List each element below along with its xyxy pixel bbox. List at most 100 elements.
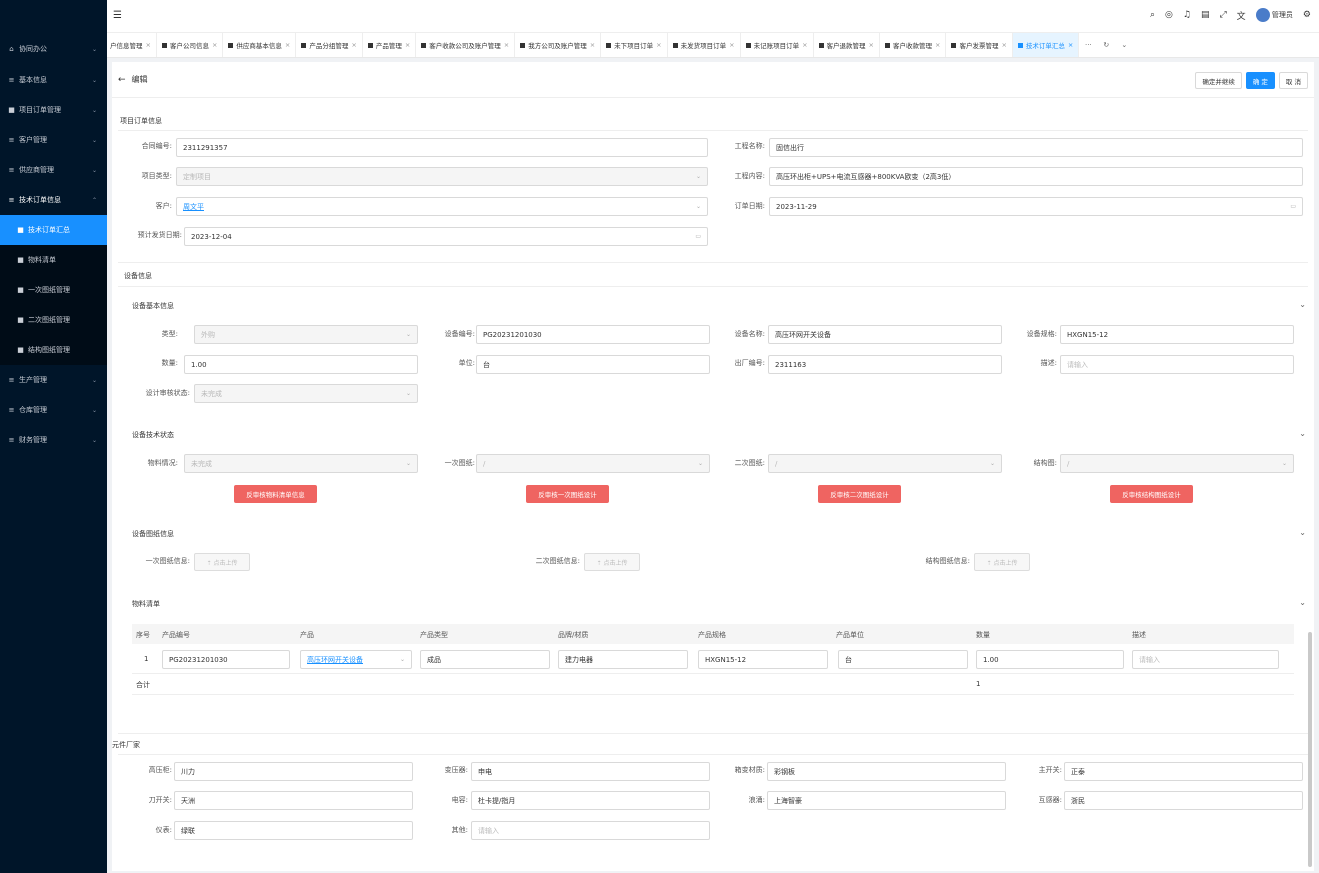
close-icon[interactable]: ×: [504, 41, 509, 49]
bom-qty-input[interactable]: 1.00: [976, 650, 1124, 669]
upload1-button[interactable]: ⇡ 点击上传: [194, 553, 250, 571]
customer-select[interactable]: 周文平 ⌄: [176, 197, 708, 216]
ship-date-picker[interactable]: 2023-12-04 ▭: [184, 227, 708, 246]
chevron-down-icon[interactable]: ⌄: [1299, 429, 1306, 438]
more-icon[interactable]: ···: [1079, 41, 1097, 49]
tab[interactable]: 未下项目订单 ×: [601, 33, 668, 57]
tab[interactable]: 产品分组管理 ×: [296, 33, 363, 57]
audit-status-select[interactable]: 未完成 ⌄: [194, 384, 418, 403]
language-icon[interactable]: 文: [1237, 9, 1246, 22]
customer-value[interactable]: 周文平: [183, 202, 204, 212]
close-icon[interactable]: ×: [802, 41, 807, 49]
message-icon[interactable]: ◎: [1165, 10, 1173, 20]
sidebar-subitem-bom[interactable]: ■ 物料清单: [0, 245, 107, 275]
sidebar-item-warehouse[interactable]: ≡ 仓库管理 ⌄: [0, 395, 107, 425]
unaudit-drawing2-button[interactable]: 反审核二次图纸设计: [818, 485, 901, 503]
order-date-picker[interactable]: 2023-11-29 ▭: [769, 197, 1303, 216]
close-icon[interactable]: ×: [869, 41, 874, 49]
fullscreen-icon[interactable]: ⤢: [1219, 10, 1226, 20]
scrollbar-thumb[interactable]: [1308, 632, 1312, 867]
product-value[interactable]: 高压环网开关设备: [307, 655, 363, 665]
close-icon[interactable]: ×: [656, 41, 661, 49]
tab[interactable]: 客户收款管理 ×: [880, 33, 947, 57]
upload2-button[interactable]: ⇡ 点击上传: [584, 553, 640, 571]
product-code-input[interactable]: PG20231201030: [162, 650, 290, 669]
tab[interactable]: 产品管理 ×: [363, 33, 417, 57]
surge-input[interactable]: 上海智豪: [767, 791, 1006, 810]
sidebar-item-collab[interactable]: ⌂ 协同办公 ⌄: [0, 33, 107, 65]
sidebar-item-basic[interactable]: ≡ 基本信息 ⌄: [0, 65, 107, 95]
sidebar-subitem-structure[interactable]: ■ 结构图纸管理: [0, 335, 107, 365]
product-unit-input[interactable]: 台: [838, 650, 968, 669]
factory-no-input[interactable]: 2311163: [768, 355, 1002, 374]
bell-icon[interactable]: ♫: [1183, 10, 1191, 20]
unaudit-bom-button[interactable]: 反审核物料清单信息: [234, 485, 317, 503]
close-icon[interactable]: ×: [405, 41, 410, 49]
unit-input[interactable]: 台: [476, 355, 710, 374]
chevron-down-icon[interactable]: ⌄: [1299, 528, 1306, 537]
qty-input[interactable]: 1.00: [184, 355, 418, 374]
knife-switch-input[interactable]: 天洲: [174, 791, 413, 810]
close-icon[interactable]: ×: [1068, 41, 1073, 49]
close-icon[interactable]: ×: [590, 41, 595, 49]
close-icon[interactable]: ×: [285, 41, 290, 49]
user-menu[interactable]: 管理员: [1255, 8, 1293, 22]
sidebar-item-customer[interactable]: ≡ 客户管理 ⌄: [0, 125, 107, 155]
drawing2-select[interactable]: / ⌄: [768, 454, 1002, 473]
tab-active[interactable]: 技术订单汇总 ×: [1012, 33, 1080, 57]
refresh-icon[interactable]: ↻: [1097, 41, 1115, 49]
meter-input[interactable]: 绿联: [174, 821, 413, 840]
current-transformer-input[interactable]: 浙民: [1064, 791, 1303, 810]
device-no-input[interactable]: PG20231201030: [476, 325, 710, 344]
tab[interactable]: 未发货项目订单 ×: [668, 33, 741, 57]
tab[interactable]: 客户公司信息 ×: [157, 33, 224, 57]
document-icon[interactable]: ▤: [1201, 10, 1210, 20]
structure-drawing-select[interactable]: / ⌄: [1060, 454, 1294, 473]
tab[interactable]: 我方公司及账户管理 ×: [515, 33, 602, 57]
product-select[interactable]: 高压环网开关设备 ⌄: [300, 650, 412, 669]
sidebar-item-tech-order[interactable]: ≡ 技术订单信息 ⌃: [0, 185, 107, 215]
box-material-input[interactable]: 彩钢板: [767, 762, 1006, 781]
close-icon[interactable]: ×: [351, 41, 356, 49]
confirm-continue-button[interactable]: 确定并继续: [1195, 72, 1242, 89]
sidebar-subitem-drawing2[interactable]: ■ 二次图纸管理: [0, 305, 107, 335]
close-icon[interactable]: ×: [146, 41, 151, 49]
main-switch-input[interactable]: 正泰: [1064, 762, 1303, 781]
capacitor-input[interactable]: 杜卡提/指月: [471, 791, 710, 810]
desc-input[interactable]: 请输入: [1060, 355, 1294, 374]
tab[interactable]: 户信息管理 ×: [107, 33, 157, 57]
back-arrow-icon[interactable]: ←: [118, 75, 126, 85]
close-icon[interactable]: ×: [1001, 41, 1006, 49]
settings-icon[interactable]: ⚙: [1303, 10, 1311, 20]
menu-toggle-icon[interactable]: ☰: [113, 10, 122, 21]
contract-no-input[interactable]: 2311291357: [176, 138, 708, 157]
bom-desc-input[interactable]: 请输入: [1132, 650, 1279, 669]
sidebar-subitem-drawing1[interactable]: ■ 一次图纸管理: [0, 275, 107, 305]
project-type-select[interactable]: 定制项目 ⌄: [176, 167, 708, 186]
tab[interactable]: 客户收款公司及账户管理 ×: [416, 33, 516, 57]
chevron-down-icon[interactable]: ⌄: [1299, 598, 1306, 607]
close-icon[interactable]: ×: [212, 41, 217, 49]
close-icon[interactable]: ×: [729, 41, 734, 49]
tab[interactable]: 供应商基本信息 ×: [223, 33, 297, 57]
search-icon[interactable]: ⌕: [1150, 10, 1155, 20]
project-name-input[interactable]: 固信出行: [769, 138, 1303, 157]
tab[interactable]: 客户发票管理 ×: [946, 33, 1013, 57]
brand-input[interactable]: 建力电器: [558, 650, 688, 669]
confirm-button[interactable]: 确 定: [1245, 72, 1275, 89]
unaudit-structure-button[interactable]: 反审核结构图纸设计: [1110, 485, 1193, 503]
drawing1-select[interactable]: / ⌄: [476, 454, 710, 473]
device-spec-input[interactable]: HXGN15-12: [1060, 325, 1294, 344]
other-input[interactable]: 请输入: [471, 821, 710, 840]
transformer-input[interactable]: 申电: [471, 762, 710, 781]
sidebar-item-project-order[interactable]: ■ 项目订单管理 ⌄: [0, 95, 107, 125]
unaudit-drawing1-button[interactable]: 反审核一次图纸设计: [526, 485, 609, 503]
device-name-input[interactable]: 高压环网开关设备: [768, 325, 1002, 344]
product-type-input[interactable]: 成品: [420, 650, 550, 669]
sidebar-item-production[interactable]: ≡ 生产管理 ⌄: [0, 365, 107, 395]
product-spec-input[interactable]: HXGN15-12: [698, 650, 828, 669]
tab[interactable]: 未记账项目订单 ×: [741, 33, 814, 57]
sidebar-item-finance[interactable]: ≡ 财务管理 ⌄: [0, 425, 107, 455]
close-icon[interactable]: ×: [935, 41, 940, 49]
chevron-down-icon[interactable]: ⌄: [1115, 41, 1133, 49]
